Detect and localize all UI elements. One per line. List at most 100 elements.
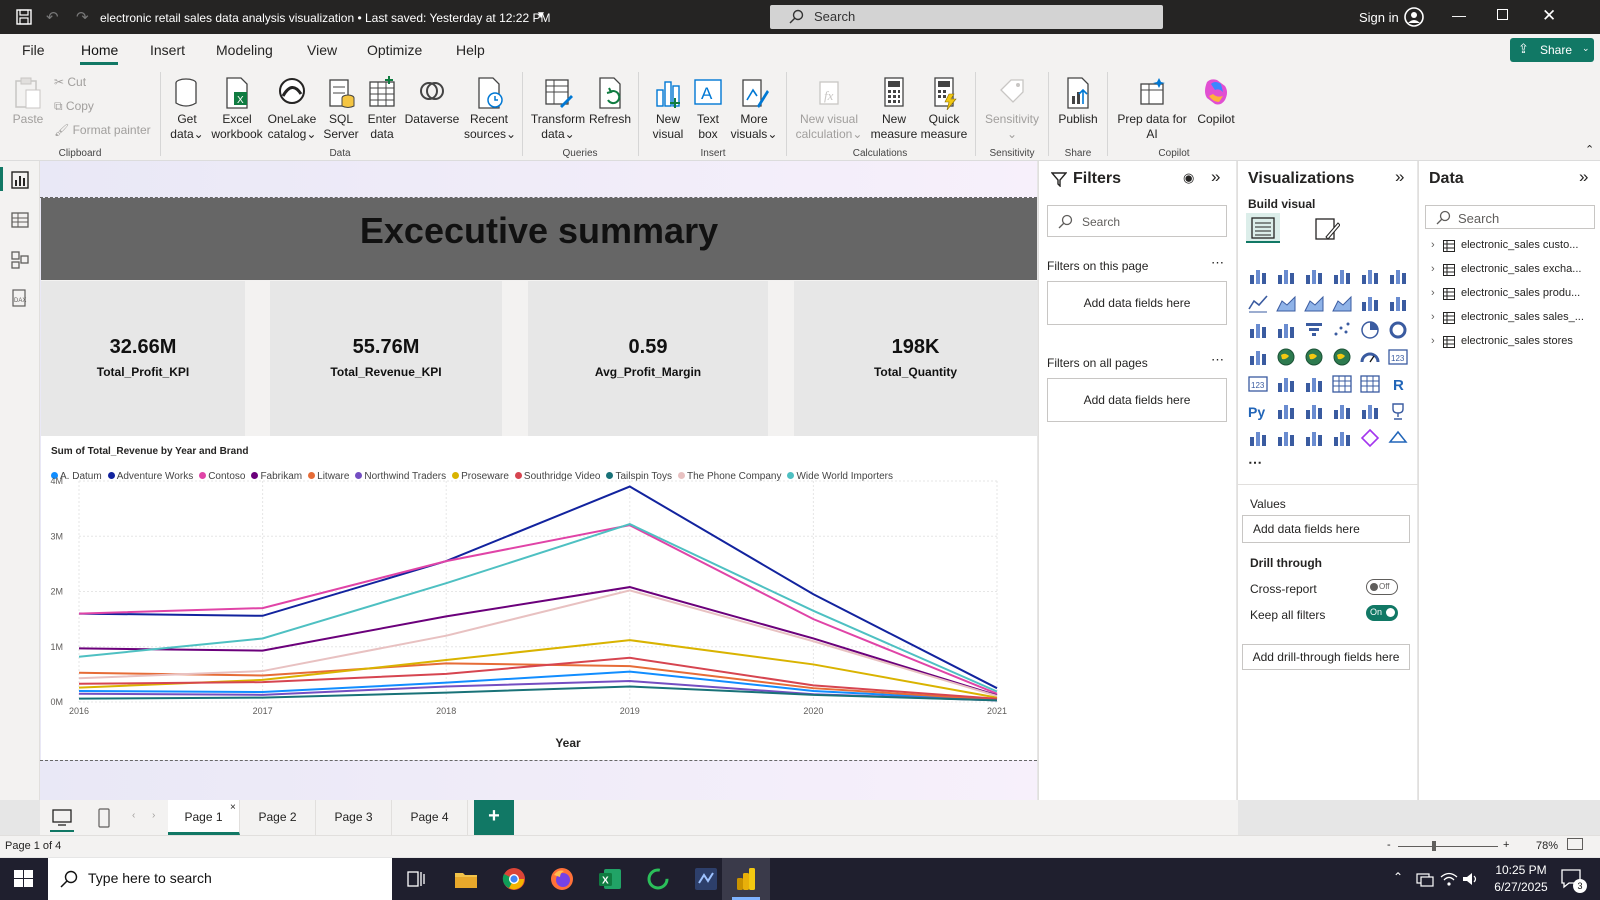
keep-filters-toggle[interactable]: On xyxy=(1366,605,1398,621)
clustered-bar-chart-icon[interactable] xyxy=(1304,266,1324,286)
new-visual-calculation-button[interactable]: fx New visual calculation⌄ xyxy=(794,76,864,142)
eye-icon[interactable]: ◉ xyxy=(1183,170,1194,186)
enter-data-button[interactable]: Enter data xyxy=(364,76,400,142)
fit-to-page-icon[interactable] xyxy=(1567,838,1583,850)
menu-optimize[interactable]: Optimize xyxy=(367,42,422,58)
narrative-icon[interactable] xyxy=(1360,401,1380,421)
expand-chevron-icon[interactable]: › xyxy=(1431,311,1435,323)
metrics-icon[interactable] xyxy=(1388,401,1408,421)
waterfall-chart-icon[interactable] xyxy=(1276,320,1296,340)
card-icon[interactable]: 123 xyxy=(1388,347,1408,367)
menu-home[interactable]: Home xyxy=(81,42,118,58)
zoom-in-icon[interactable]: + xyxy=(1503,839,1509,851)
qa-icon[interactable] xyxy=(1332,401,1352,421)
collapse-data-icon[interactable]: » xyxy=(1579,167,1588,187)
excel-workbook-button[interactable]: X Excel workbook xyxy=(210,76,264,142)
more-options-icon[interactable]: ⋯ xyxy=(1211,352,1224,368)
onelake-catalog-button[interactable]: OneLake catalog⌄ xyxy=(267,76,317,142)
decomposition-tree-icon[interactable] xyxy=(1304,401,1324,421)
prev-page-icon[interactable]: ‹ xyxy=(132,810,135,821)
area-chart-icon[interactable] xyxy=(1276,293,1296,313)
transform-data-button[interactable]: Transform data⌄ xyxy=(530,76,586,142)
line-column-chart-icon[interactable] xyxy=(1360,293,1380,313)
stacked-column-chart-icon[interactable] xyxy=(1276,266,1296,286)
100-stacked-bar-icon[interactable] xyxy=(1360,266,1380,286)
data-table-item[interactable]: › electronic_sales excha... xyxy=(1429,261,1599,281)
kpi-card-revenue[interactable]: 55.76M Total_Revenue_KPI xyxy=(270,281,502,436)
tab-page-1[interactable]: Page 1 × xyxy=(168,800,240,835)
title-dropdown-icon[interactable]: ▼ xyxy=(536,10,546,21)
text-box-button[interactable]: A Text box xyxy=(690,76,726,142)
dax-query-view-icon[interactable]: DAX xyxy=(11,289,29,307)
quick-measure-button[interactable]: Quick measure xyxy=(920,76,968,142)
line-chart-icon[interactable] xyxy=(1248,293,1268,313)
donut-chart-icon[interactable] xyxy=(1388,320,1408,340)
menu-help[interactable]: Help xyxy=(456,42,485,58)
file-explorer-icon[interactable] xyxy=(454,869,478,889)
expand-chevron-icon[interactable]: › xyxy=(1431,287,1435,299)
filters-page-dropzone[interactable]: Add data fields here xyxy=(1047,281,1227,325)
excel-taskbar-icon[interactable]: X xyxy=(598,867,622,891)
minimize-icon[interactable]: — xyxy=(1452,7,1466,23)
power-bi-visual-icon[interactable] xyxy=(1332,428,1352,448)
scatter-chart-icon[interactable] xyxy=(1332,320,1352,340)
data-search-input[interactable]: Search xyxy=(1425,205,1595,229)
filters-all-dropzone[interactable]: Add data fields here xyxy=(1047,378,1227,422)
chrome-icon[interactable] xyxy=(502,867,526,891)
task-view-icon[interactable] xyxy=(406,870,426,888)
kpi-icon[interactable] xyxy=(1276,374,1296,394)
wifi-icon[interactable] xyxy=(1440,871,1458,887)
taskbar-search[interactable]: Type here to search xyxy=(48,858,392,900)
next-page-icon[interactable]: › xyxy=(152,810,155,821)
data-table-item[interactable]: › electronic_sales produ... xyxy=(1429,285,1599,305)
powerbi-taskbar-active[interactable] xyxy=(722,858,770,900)
add-page-button[interactable]: + xyxy=(474,800,514,835)
vscode-like-icon[interactable] xyxy=(694,867,718,891)
paginated-report-icon[interactable] xyxy=(1248,428,1268,448)
tab-page-2[interactable]: Page 2 xyxy=(240,800,316,835)
gauge-icon[interactable] xyxy=(1360,347,1380,367)
redo-icon[interactable]: ↷ xyxy=(76,8,89,26)
show-hidden-icons[interactable]: ⌃ xyxy=(1393,870,1403,884)
sign-in-link[interactable]: Sign in xyxy=(1359,10,1399,25)
report-view-icon[interactable] xyxy=(11,171,29,189)
zoom-slider[interactable] xyxy=(1398,846,1498,847)
collapse-ribbon-icon[interactable]: ⌃ xyxy=(1585,143,1594,156)
power-automate-icon[interactable] xyxy=(1304,428,1324,448)
menu-modeling[interactable]: Modeling xyxy=(216,42,273,58)
expand-chevron-icon[interactable]: › xyxy=(1431,263,1435,275)
drill-through-dropzone[interactable]: Add drill-through fields here xyxy=(1242,644,1410,670)
kpi-card-margin[interactable]: 0.59 Avg_Profit_Margin xyxy=(528,281,768,436)
menu-view[interactable]: View xyxy=(307,42,337,58)
search-box[interactable]: Search xyxy=(770,5,1163,29)
dataverse-button[interactable]: Dataverse xyxy=(404,76,460,127)
menu-file[interactable]: File xyxy=(22,42,45,58)
share-button[interactable]: ⇪ Share ⌄ xyxy=(1510,38,1594,62)
sensitivity-button[interactable]: Sensitivity ⌄ xyxy=(981,76,1043,142)
multi-row-card-icon[interactable]: 123 xyxy=(1248,374,1268,394)
model-view-icon[interactable] xyxy=(11,251,29,269)
values-dropzone[interactable]: Add data fields here xyxy=(1242,515,1410,543)
zoom-slider-thumb[interactable] xyxy=(1432,841,1436,851)
revenue-line-chart[interactable]: Sum of Total_Revenue by Year and Brand A… xyxy=(41,436,1037,760)
matrix-icon[interactable] xyxy=(1360,374,1380,394)
table-view-icon[interactable] xyxy=(11,211,29,229)
refresh-button[interactable]: Refresh xyxy=(588,76,632,127)
clock-time[interactable]: 10:25 PM xyxy=(1494,863,1548,877)
cut-button[interactable]: ✂ Cut xyxy=(54,75,86,90)
r-visual-icon[interactable]: R xyxy=(1388,374,1408,394)
copy-button[interactable]: ⧉ Copy xyxy=(54,99,94,114)
desktop-layout-icon[interactable] xyxy=(52,809,72,827)
stacked-bar-chart-icon[interactable] xyxy=(1248,266,1268,286)
line-clustered-column-icon[interactable] xyxy=(1388,293,1408,313)
filters-search-input[interactable]: Search xyxy=(1047,205,1227,237)
python-visual-icon[interactable]: Py xyxy=(1248,401,1268,421)
volume-icon[interactable] xyxy=(1462,871,1480,887)
new-visual-button[interactable]: New visual xyxy=(648,76,688,142)
clock-date[interactable]: 6/27/2025 xyxy=(1489,880,1553,894)
format-visual-icon[interactable] xyxy=(1314,217,1340,241)
funnel-chart-icon[interactable] xyxy=(1304,320,1324,340)
tab-page-3[interactable]: Page 3 xyxy=(316,800,392,835)
table-icon[interactable] xyxy=(1332,374,1352,394)
data-table-item[interactable]: › electronic_sales custo... xyxy=(1429,237,1599,257)
